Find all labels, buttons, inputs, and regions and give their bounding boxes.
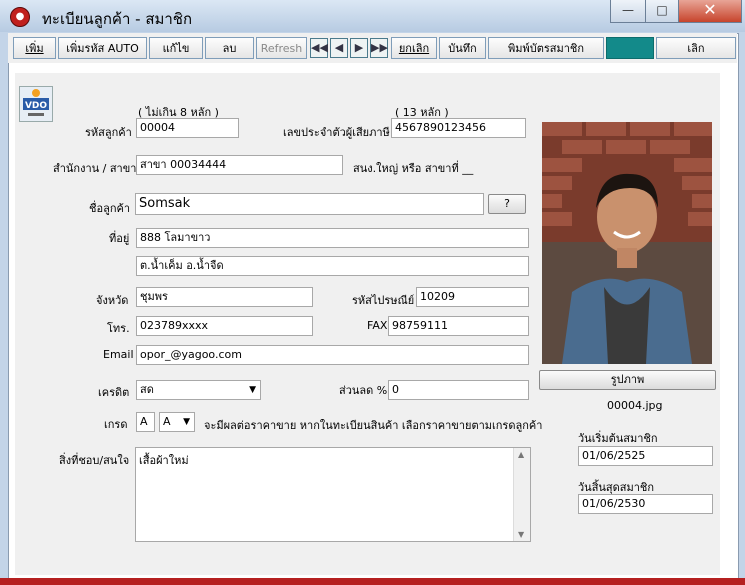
- branch-label: สำนักงาน / สาขา: [53, 162, 137, 175]
- credit-label: เครดิต: [98, 386, 130, 399]
- edit-button[interactable]: แก้ไข: [149, 37, 203, 59]
- cancel-button[interactable]: ยกเลิก: [391, 37, 437, 59]
- window-title: ทะเบียนลูกค้า - สมาชิก: [42, 10, 193, 28]
- fax-input[interactable]: 98759111: [388, 316, 529, 336]
- interest-label: สิ่งที่ชอบ/สนใจ: [59, 454, 130, 467]
- branch-note: สนง.ใหญ่ หรือ สาขาที่ __: [353, 162, 474, 175]
- nav-prev-icon[interactable]: ◀: [330, 38, 348, 58]
- credit-select[interactable]: สด ▼: [136, 380, 261, 400]
- discount-label: ส่วนลด %: [339, 384, 388, 397]
- grade-note: จะมีผลต่อราคาขาย หากในทะเบียนสินค้า เลือ…: [204, 419, 543, 432]
- add-button[interactable]: เพิ่ม: [13, 37, 56, 59]
- save-button[interactable]: บันทึก: [439, 37, 486, 59]
- grade-input[interactable]: A: [136, 412, 155, 432]
- accent-bar: [606, 37, 654, 59]
- minimize-button[interactable]: —: [610, 0, 646, 23]
- name-help-button[interactable]: ?: [488, 194, 526, 214]
- fax-label: FAX: [367, 319, 388, 332]
- chevron-down-icon: ▼: [183, 417, 190, 427]
- interest-text: เสื้อผ้าใหม่: [139, 454, 189, 467]
- vdo-logo-icon: VDO: [23, 89, 49, 116]
- customer-photo: [542, 122, 712, 364]
- add-auto-button[interactable]: เพิ่มรหัส AUTO: [58, 37, 147, 59]
- grade-select[interactable]: A ▼: [159, 412, 195, 432]
- member-start-label: วันเริ่มต้นสมาชิก: [578, 432, 658, 445]
- address-label: ที่อยู่: [109, 232, 130, 245]
- province-label: จังหวัด: [96, 294, 129, 307]
- discount-input[interactable]: 0: [388, 380, 529, 400]
- member-start-input[interactable]: 01/06/2525: [578, 446, 713, 466]
- interest-textarea[interactable]: เสื้อผ้าใหม่ ▲ ▼: [135, 447, 531, 542]
- refresh-button[interactable]: Refresh: [256, 37, 307, 59]
- grade-label: เกรด: [104, 418, 128, 431]
- name-input[interactable]: Somsak: [135, 193, 484, 215]
- photo-filename: 00004.jpg: [607, 399, 663, 412]
- print-card-button[interactable]: พิมพ์บัตรสมาชิก: [488, 37, 604, 59]
- nav-first-icon[interactable]: ◀◀: [310, 38, 328, 58]
- vdo-logo: VDO: [19, 86, 53, 122]
- tax-id-label: เลขประจำตัวผู้เสียภาษี: [283, 126, 390, 139]
- grade-select-value: A: [163, 415, 171, 428]
- svg-text:VDO: VDO: [25, 101, 47, 111]
- delete-button[interactable]: ลบ: [205, 37, 254, 59]
- customer-code-label: รหัสลูกค้า: [85, 126, 132, 139]
- app-icon: ●: [10, 7, 30, 27]
- exit-button[interactable]: เลิก: [656, 37, 736, 59]
- address-line2-input[interactable]: ต.น้ำเค็ม อ.น้ำจืด: [136, 256, 529, 276]
- member-end-input[interactable]: 01/06/2530: [578, 494, 713, 514]
- name-label: ชื่อลูกค้า: [89, 202, 131, 215]
- phone-input[interactable]: 023789xxxx: [136, 316, 313, 336]
- customer-code-input[interactable]: 00004: [136, 118, 239, 138]
- customer-photo-image: [542, 122, 712, 364]
- nav-next-icon[interactable]: ▶: [350, 38, 368, 58]
- tax-id-input[interactable]: 4567890123456: [391, 118, 526, 138]
- branch-input[interactable]: สาขา 00034444: [136, 155, 343, 175]
- email-input[interactable]: opor_@yagoo.com: [136, 345, 529, 365]
- postcode-input[interactable]: 10209: [416, 287, 529, 307]
- photo-button[interactable]: รูปภาพ: [539, 370, 716, 390]
- province-input[interactable]: ชุมพร: [136, 287, 313, 307]
- email-label: Email: [103, 348, 134, 361]
- address-line1-input[interactable]: 888 โลมาขาว: [136, 228, 529, 248]
- scroll-up-icon[interactable]: ▲: [518, 450, 524, 459]
- phone-label: โทร.: [107, 322, 130, 335]
- maximize-button[interactable]: □: [645, 0, 679, 23]
- taskbar-strip: [0, 578, 745, 585]
- scroll-down-icon[interactable]: ▼: [518, 530, 524, 539]
- chevron-down-icon: ▼: [249, 385, 256, 395]
- interest-scrollbar[interactable]: ▲ ▼: [513, 448, 530, 541]
- credit-value: สด: [140, 383, 154, 396]
- close-button[interactable]: ✕: [678, 0, 742, 23]
- postcode-label: รหัสไปรษณีย์: [352, 294, 415, 307]
- nav-last-icon[interactable]: ▶▶: [370, 38, 388, 58]
